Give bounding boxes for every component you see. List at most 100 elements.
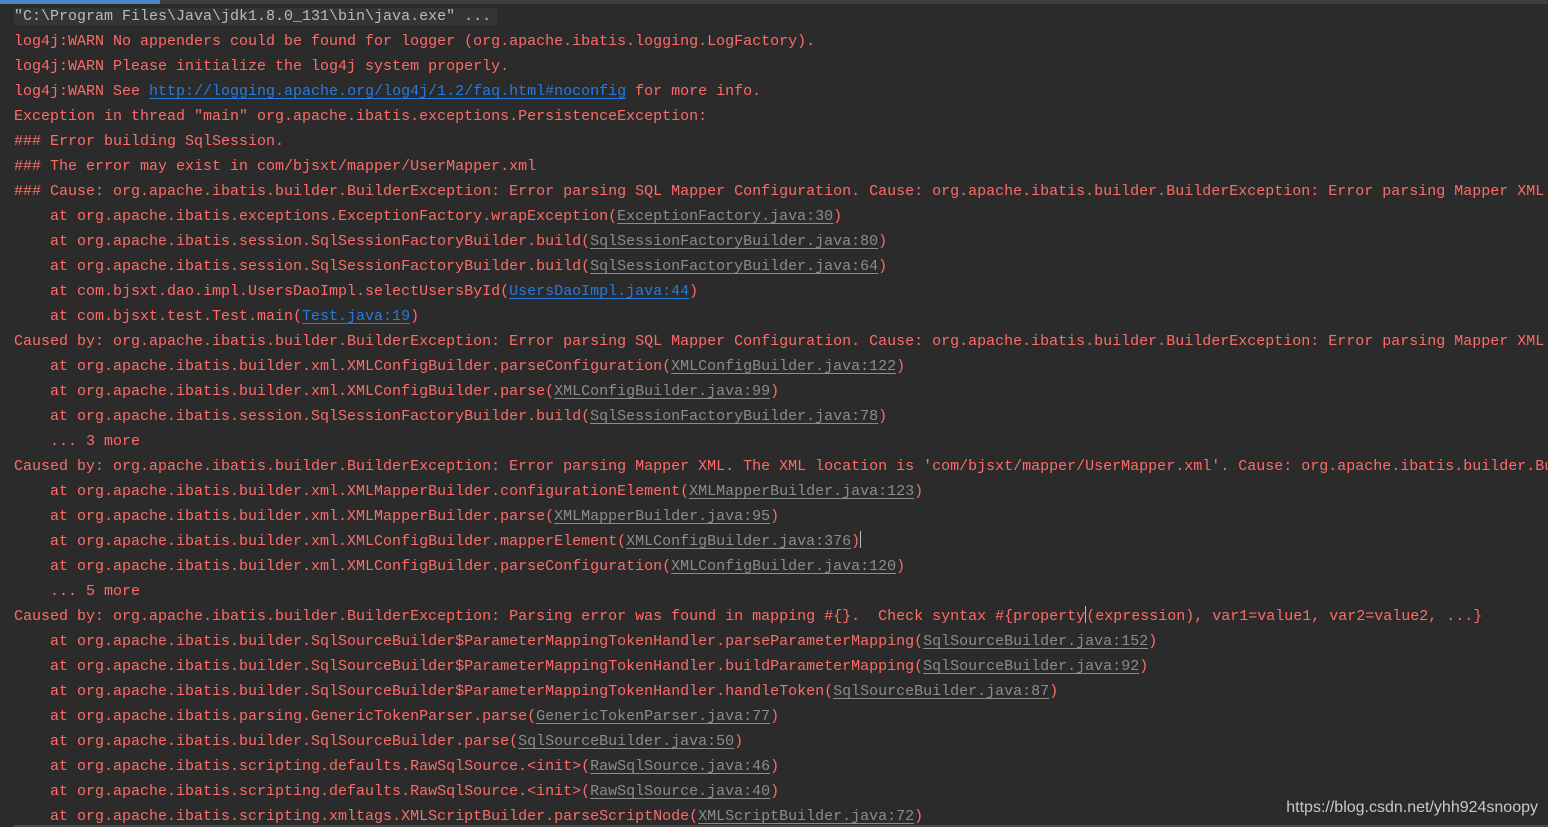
console-line: ### The error may exist in com/bjsxt/map… [14, 154, 1548, 179]
console-text: (expression), var1=value1, var2=value2, … [1086, 608, 1483, 625]
text-caret [860, 531, 862, 548]
console-text: ) [770, 383, 780, 400]
console-line: at org.apache.ibatis.scripting.defaults.… [14, 754, 1548, 779]
library-source-link[interactable]: SqlSourceBuilder.java:152 [923, 633, 1148, 650]
console-text: at org.apache.ibatis.scripting.xmltags.X… [14, 808, 699, 825]
console-text: at org.apache.ibatis.builder.SqlSourceBu… [14, 633, 924, 650]
console-line: at org.apache.ibatis.builder.xml.XMLConf… [14, 554, 1548, 579]
console-line: at org.apache.ibatis.builder.SqlSourceBu… [14, 729, 1548, 754]
source-link[interactable]: Test.java:19 [302, 308, 410, 325]
console-line: at org.apache.ibatis.builder.xml.XMLMapp… [14, 479, 1548, 504]
library-source-link[interactable]: XMLConfigBuilder.java:99 [554, 383, 770, 400]
console-line: at org.apache.ibatis.session.SqlSessionF… [14, 229, 1548, 254]
console-line: at org.apache.ibatis.builder.xml.XMLConf… [14, 529, 1548, 554]
console-line: Caused by: org.apache.ibatis.builder.Bui… [14, 604, 1548, 629]
library-source-link[interactable]: SqlSourceBuilder.java:50 [518, 733, 734, 750]
console-text: at org.apache.ibatis.builder.xml.XMLConf… [14, 533, 627, 550]
console-line: at org.apache.ibatis.builder.SqlSourceBu… [14, 629, 1548, 654]
console-line: at org.apache.ibatis.builder.xml.XMLConf… [14, 354, 1548, 379]
library-source-link[interactable]: RawSqlSource.java:46 [590, 758, 770, 775]
library-source-link[interactable]: SqlSessionFactoryBuilder.java:78 [590, 408, 878, 425]
console-text: ) [896, 358, 906, 375]
console-text: ) [770, 783, 780, 800]
console-text: ### The error may exist in com/bjsxt/map… [14, 158, 537, 175]
console-text: at org.apache.ibatis.builder.SqlSourceBu… [14, 683, 834, 700]
console-text: at org.apache.ibatis.builder.xml.XMLConf… [14, 383, 555, 400]
console-text: at org.apache.ibatis.parsing.GenericToke… [14, 708, 537, 725]
console-text: ) [770, 758, 780, 775]
console-line: ### Error building SqlSession. [14, 129, 1548, 154]
console-text: ) [896, 558, 906, 575]
console-text: ### Error building SqlSession. [14, 133, 285, 150]
console-line: at org.apache.ibatis.session.SqlSessionF… [14, 404, 1548, 429]
library-source-link[interactable]: RawSqlSource.java:40 [590, 783, 770, 800]
source-link[interactable]: UsersDaoImpl.java:44 [509, 283, 689, 300]
console-line: at org.apache.ibatis.session.SqlSessionF… [14, 254, 1548, 279]
console-text: ) [833, 208, 843, 225]
console-line: log4j:WARN Please initialize the log4j s… [14, 54, 1548, 79]
console-text: ) [851, 533, 861, 550]
console-text: ### Cause: org.apache.ibatis.builder.Bui… [14, 183, 1548, 200]
source-link[interactable]: http://logging.apache.org/log4j/1.2/faq.… [149, 83, 626, 100]
library-source-link[interactable]: XMLConfigBuilder.java:122 [671, 358, 896, 375]
console-text: ) [770, 508, 780, 525]
library-source-link[interactable]: XMLMapperBuilder.java:95 [554, 508, 770, 525]
console-text: Caused by: org.apache.ibatis.builder.Bui… [14, 608, 1086, 625]
library-source-link[interactable]: XMLScriptBuilder.java:72 [698, 808, 914, 825]
console-text: at org.apache.ibatis.builder.SqlSourceBu… [14, 733, 519, 750]
console-text: ) [914, 483, 924, 500]
command-line: "C:\Program Files\Java\jdk1.8.0_131\bin\… [14, 4, 1548, 29]
console-text: ) [878, 408, 888, 425]
console-text: at org.apache.ibatis.exceptions.Exceptio… [14, 208, 618, 225]
console-text: log4j:WARN Please initialize the log4j s… [14, 58, 510, 75]
console-text: at com.bjsxt.dao.impl.UsersDaoImpl.selec… [14, 283, 510, 300]
console-text: ) [1049, 683, 1059, 700]
console-text: ) [878, 258, 888, 275]
console-line: at org.apache.ibatis.parsing.GenericToke… [14, 704, 1548, 729]
console-text: at org.apache.ibatis.builder.xml.XMLMapp… [14, 508, 555, 525]
console-line: Caused by: org.apache.ibatis.builder.Bui… [14, 329, 1548, 354]
library-source-link[interactable]: SqlSourceBuilder.java:87 [833, 683, 1049, 700]
console-text: ) [1148, 633, 1158, 650]
console-text: at org.apache.ibatis.builder.xml.XMLMapp… [14, 483, 690, 500]
console-text: ) [878, 233, 888, 250]
console-line: log4j:WARN No appenders could be found f… [14, 29, 1548, 54]
console-text: ) [770, 708, 780, 725]
console-text: ) [734, 733, 744, 750]
run-console-output[interactable]: "C:\Program Files\Java\jdk1.8.0_131\bin\… [14, 4, 1548, 827]
console-text: ) [1139, 658, 1149, 675]
console-line: Caused by: org.apache.ibatis.builder.Bui… [14, 454, 1548, 479]
console-text: log4j:WARN See [14, 83, 150, 100]
console-text: Caused by: org.apache.ibatis.builder.Bui… [14, 458, 1548, 475]
console-line: ... 5 more [14, 579, 1548, 604]
library-source-link[interactable]: SqlSessionFactoryBuilder.java:80 [590, 233, 878, 250]
console-text: at org.apache.ibatis.session.SqlSessionF… [14, 258, 591, 275]
console-text: at org.apache.ibatis.builder.xml.XMLConf… [14, 358, 672, 375]
console-line: log4j:WARN See http://logging.apache.org… [14, 79, 1548, 104]
library-source-link[interactable]: SqlSourceBuilder.java:92 [923, 658, 1139, 675]
library-source-link[interactable]: GenericTokenParser.java:77 [536, 708, 770, 725]
console-text: at org.apache.ibatis.scripting.defaults.… [14, 783, 591, 800]
console-text: ... 3 more [14, 433, 141, 450]
console-line: ### Cause: org.apache.ibatis.builder.Bui… [14, 179, 1548, 204]
console-text: for more info. [626, 83, 762, 100]
console-text: "C:\Program Files\Java\jdk1.8.0_131\bin\… [14, 8, 498, 25]
library-source-link[interactable]: SqlSessionFactoryBuilder.java:64 [590, 258, 878, 275]
console-text: at org.apache.ibatis.scripting.defaults.… [14, 758, 591, 775]
console-text: ) [689, 283, 699, 300]
console-line: Exception in thread "main" org.apache.ib… [14, 104, 1548, 129]
library-source-link[interactable]: XMLMapperBuilder.java:123 [689, 483, 914, 500]
console-line: at com.bjsxt.dao.impl.UsersDaoImpl.selec… [14, 279, 1548, 304]
console-line: ... 3 more [14, 429, 1548, 454]
console-text: at org.apache.ibatis.builder.xml.XMLConf… [14, 558, 672, 575]
console-line: at com.bjsxt.test.Test.main(Test.java:19… [14, 304, 1548, 329]
library-source-link[interactable]: XMLConfigBuilder.java:120 [671, 558, 896, 575]
console-line: at org.apache.ibatis.builder.SqlSourceBu… [14, 679, 1548, 704]
console-line: at org.apache.ibatis.builder.xml.XMLMapp… [14, 504, 1548, 529]
library-source-link[interactable]: XMLConfigBuilder.java:376 [626, 533, 851, 550]
console-text: at com.bjsxt.test.Test.main( [14, 308, 303, 325]
console-line: at org.apache.ibatis.builder.xml.XMLConf… [14, 379, 1548, 404]
console-line: at org.apache.ibatis.exceptions.Exceptio… [14, 204, 1548, 229]
console-text: at org.apache.ibatis.builder.SqlSourceBu… [14, 658, 924, 675]
library-source-link[interactable]: ExceptionFactory.java:30 [617, 208, 833, 225]
